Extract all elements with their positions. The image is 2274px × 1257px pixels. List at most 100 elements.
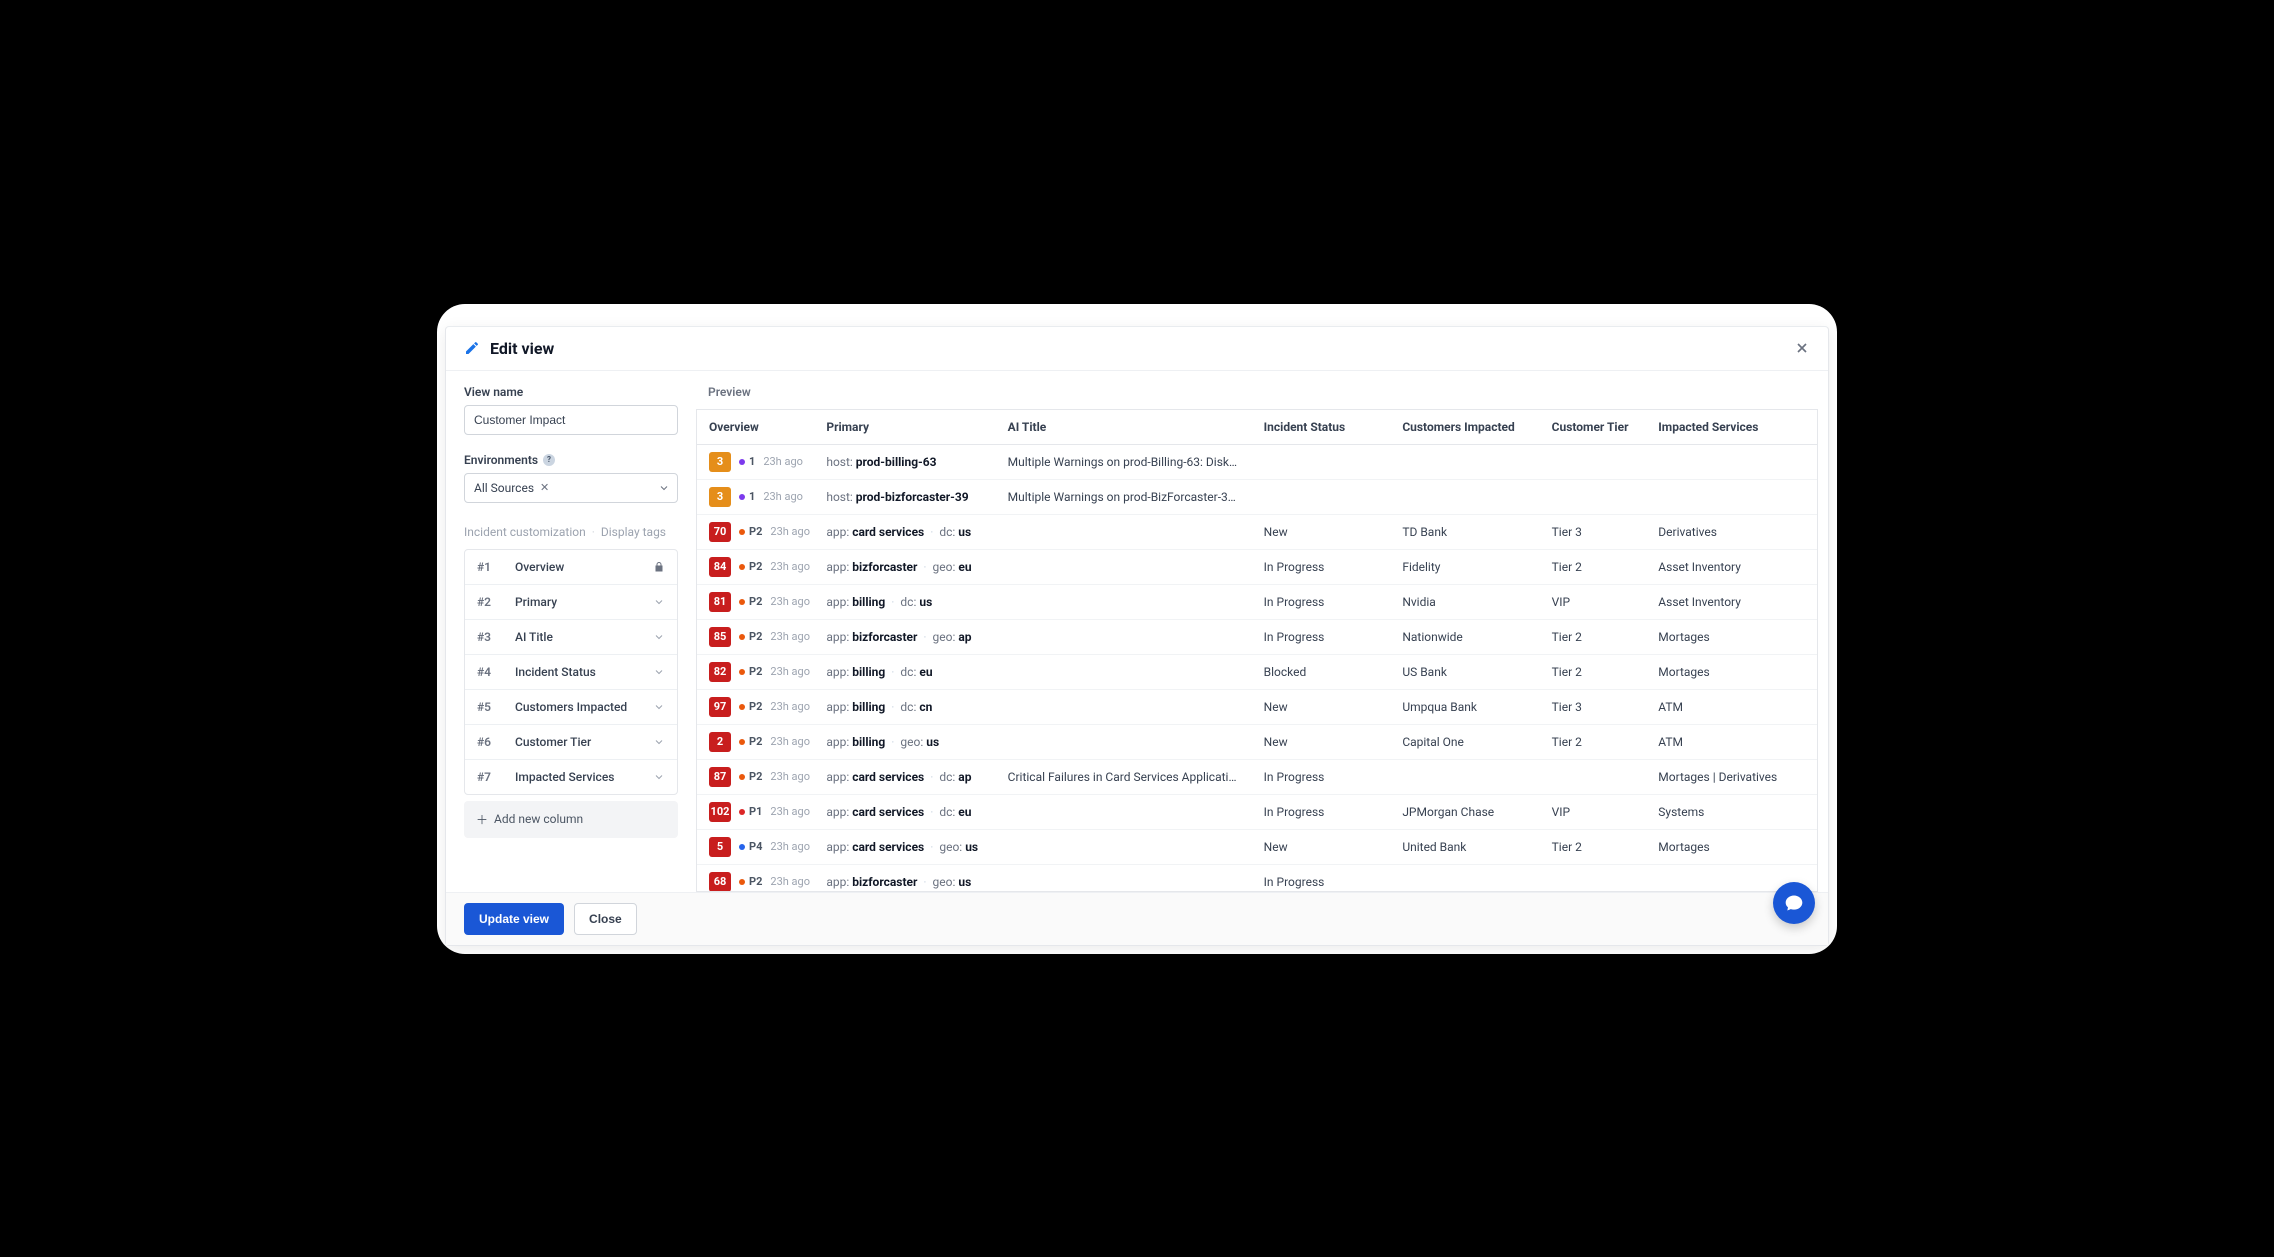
cell-primary: app: billing·dc: us [814,584,995,619]
table-row[interactable]: 85P223h agoapp: bizforcaster·geo: apIn P… [697,619,1817,654]
col-ai-title[interactable]: AI Title [996,410,1252,445]
cell-ai-title [996,514,1252,549]
table-row[interactable]: 82P223h agoapp: billing·dc: euBlockedUS … [697,654,1817,689]
time-ago: 23h ago [770,560,810,573]
cell-services: Mortages | Derivatives [1646,759,1817,794]
secondary-kv: geo: us [900,735,939,749]
col-services[interactable]: Impacted Services [1646,410,1817,445]
cell-customers: Fidelity [1390,549,1539,584]
priority-dot-icon [739,844,745,850]
count-badge: 2 [709,732,731,752]
column-label: Incident Status [515,665,635,679]
time-ago: 23h ago [763,490,803,503]
cell-ai-title: Multiple Warnings on prod-BizForcaster-3… [996,479,1252,514]
table-row[interactable]: 81P223h agoapp: billing·dc: usIn Progres… [697,584,1817,619]
time-ago: 23h ago [770,840,810,853]
count-badge: 81 [709,592,731,612]
cell-services: Mortages [1646,654,1817,689]
cell-customers: United Bank [1390,829,1539,864]
col-customers[interactable]: Customers Impacted [1390,410,1539,445]
environments-select[interactable]: All Sources✕ [464,473,678,503]
add-column-button[interactable]: ＋ Add new column [464,801,678,838]
count-badge: 102 [709,802,731,822]
column-config-row[interactable]: #5Customers Impacted [465,690,677,725]
cell-primary: app: bizforcaster·geo: eu [814,549,995,584]
cell-customers: Nationwide [1390,619,1539,654]
table-row[interactable]: 102P123h agoapp: card services·dc: euIn … [697,794,1817,829]
column-number: #1 [477,560,497,574]
col-primary[interactable]: Primary [814,410,995,445]
close-icon[interactable] [1794,340,1810,356]
table-row[interactable]: 97P223h agoapp: billing·dc: cnNewUmpqua … [697,689,1817,724]
col-status[interactable]: Incident Status [1252,410,1391,445]
chevron-down-icon[interactable] [653,771,665,783]
column-number: #2 [477,595,497,609]
column-config-row[interactable]: #3AI Title [465,620,677,655]
clear-env-icon[interactable]: ✕ [540,481,549,494]
help-icon[interactable]: ? [543,454,555,466]
count-badge: 3 [709,487,731,507]
cell-customers [1390,479,1539,514]
cell-ai-title [996,829,1252,864]
chevron-down-icon[interactable] [653,666,665,678]
table-row[interactable]: 3123h agohost: prod-bizforcaster-39Multi… [697,479,1817,514]
cell-tier: Tier 2 [1540,619,1647,654]
preview-table: Overview Primary AI Title Incident Statu… [697,410,1817,892]
cell-tier: VIP [1540,584,1647,619]
cell-ai-title [996,619,1252,654]
col-tier[interactable]: Customer Tier [1540,410,1647,445]
table-row[interactable]: 5P423h agoapp: card services·geo: usNewU… [697,829,1817,864]
count-badge: 68 [709,872,731,892]
priority: 1 [739,455,755,468]
chevron-down-icon[interactable] [653,736,665,748]
tab-incident-customization[interactable]: Incident customization [464,525,586,539]
cell-primary: host: prod-billing-63 [814,444,995,479]
col-overview[interactable]: Overview [697,410,814,445]
cell-services: Asset Inventory [1646,549,1817,584]
cell-tier: Tier 2 [1540,724,1647,759]
preview-table-scroll[interactable]: Overview Primary AI Title Incident Statu… [696,409,1818,892]
chevron-down-icon[interactable] [653,631,665,643]
column-config-row[interactable]: #7Impacted Services [465,760,677,794]
priority-dot-icon [739,494,745,500]
cell-customers [1390,864,1539,892]
priority: P2 [739,735,762,748]
close-button[interactable]: Close [574,903,637,935]
secondary-kv: dc: us [900,595,932,609]
priority-dot-icon [739,774,745,780]
priority-dot-icon [739,809,745,815]
chevron-down-icon [658,482,670,494]
chevron-down-icon[interactable] [653,596,665,608]
column-config-row[interactable]: #1Overview [465,550,677,585]
table-row[interactable]: 84P223h agoapp: bizforcaster·geo: euIn P… [697,549,1817,584]
column-config-row[interactable]: #4Incident Status [465,655,677,690]
table-row[interactable]: 68P223h agoapp: bizforcaster·geo: usIn P… [697,864,1817,892]
config-subtabs: Incident customization · Display tags [464,525,678,539]
cell-status: Blocked [1252,654,1391,689]
table-row[interactable]: 70P223h agoapp: card services·dc: usNewT… [697,514,1817,549]
priority: 1 [739,490,755,503]
chat-fab[interactable] [1773,882,1815,924]
chevron-down-icon[interactable] [653,701,665,713]
table-row[interactable]: 2P223h agoapp: billing·geo: usNewCapital… [697,724,1817,759]
table-row[interactable]: 3123h agohost: prod-billing-63Multiple W… [697,444,1817,479]
tab-display-tags[interactable]: Display tags [601,525,666,539]
priority: P2 [739,700,762,713]
update-view-button[interactable]: Update view [464,903,564,935]
secondary-kv: dc: cn [900,700,932,714]
primary-kv: app: card services [826,525,924,539]
column-config-row[interactable]: #2Primary [465,585,677,620]
cell-primary: app: bizforcaster·geo: ap [814,619,995,654]
secondary-kv: geo: us [939,840,978,854]
primary-kv: app: billing [826,595,885,609]
count-badge: 3 [709,452,731,472]
view-name-input[interactable] [464,405,678,435]
count-badge: 85 [709,627,731,647]
secondary-kv: dc: eu [900,665,932,679]
priority: P2 [739,595,762,608]
cell-status: In Progress [1252,759,1391,794]
time-ago: 23h ago [770,700,810,713]
column-config-row[interactable]: #6Customer Tier [465,725,677,760]
table-row[interactable]: 87P223h agoapp: card services·dc: apCrit… [697,759,1817,794]
cell-ai-title [996,584,1252,619]
